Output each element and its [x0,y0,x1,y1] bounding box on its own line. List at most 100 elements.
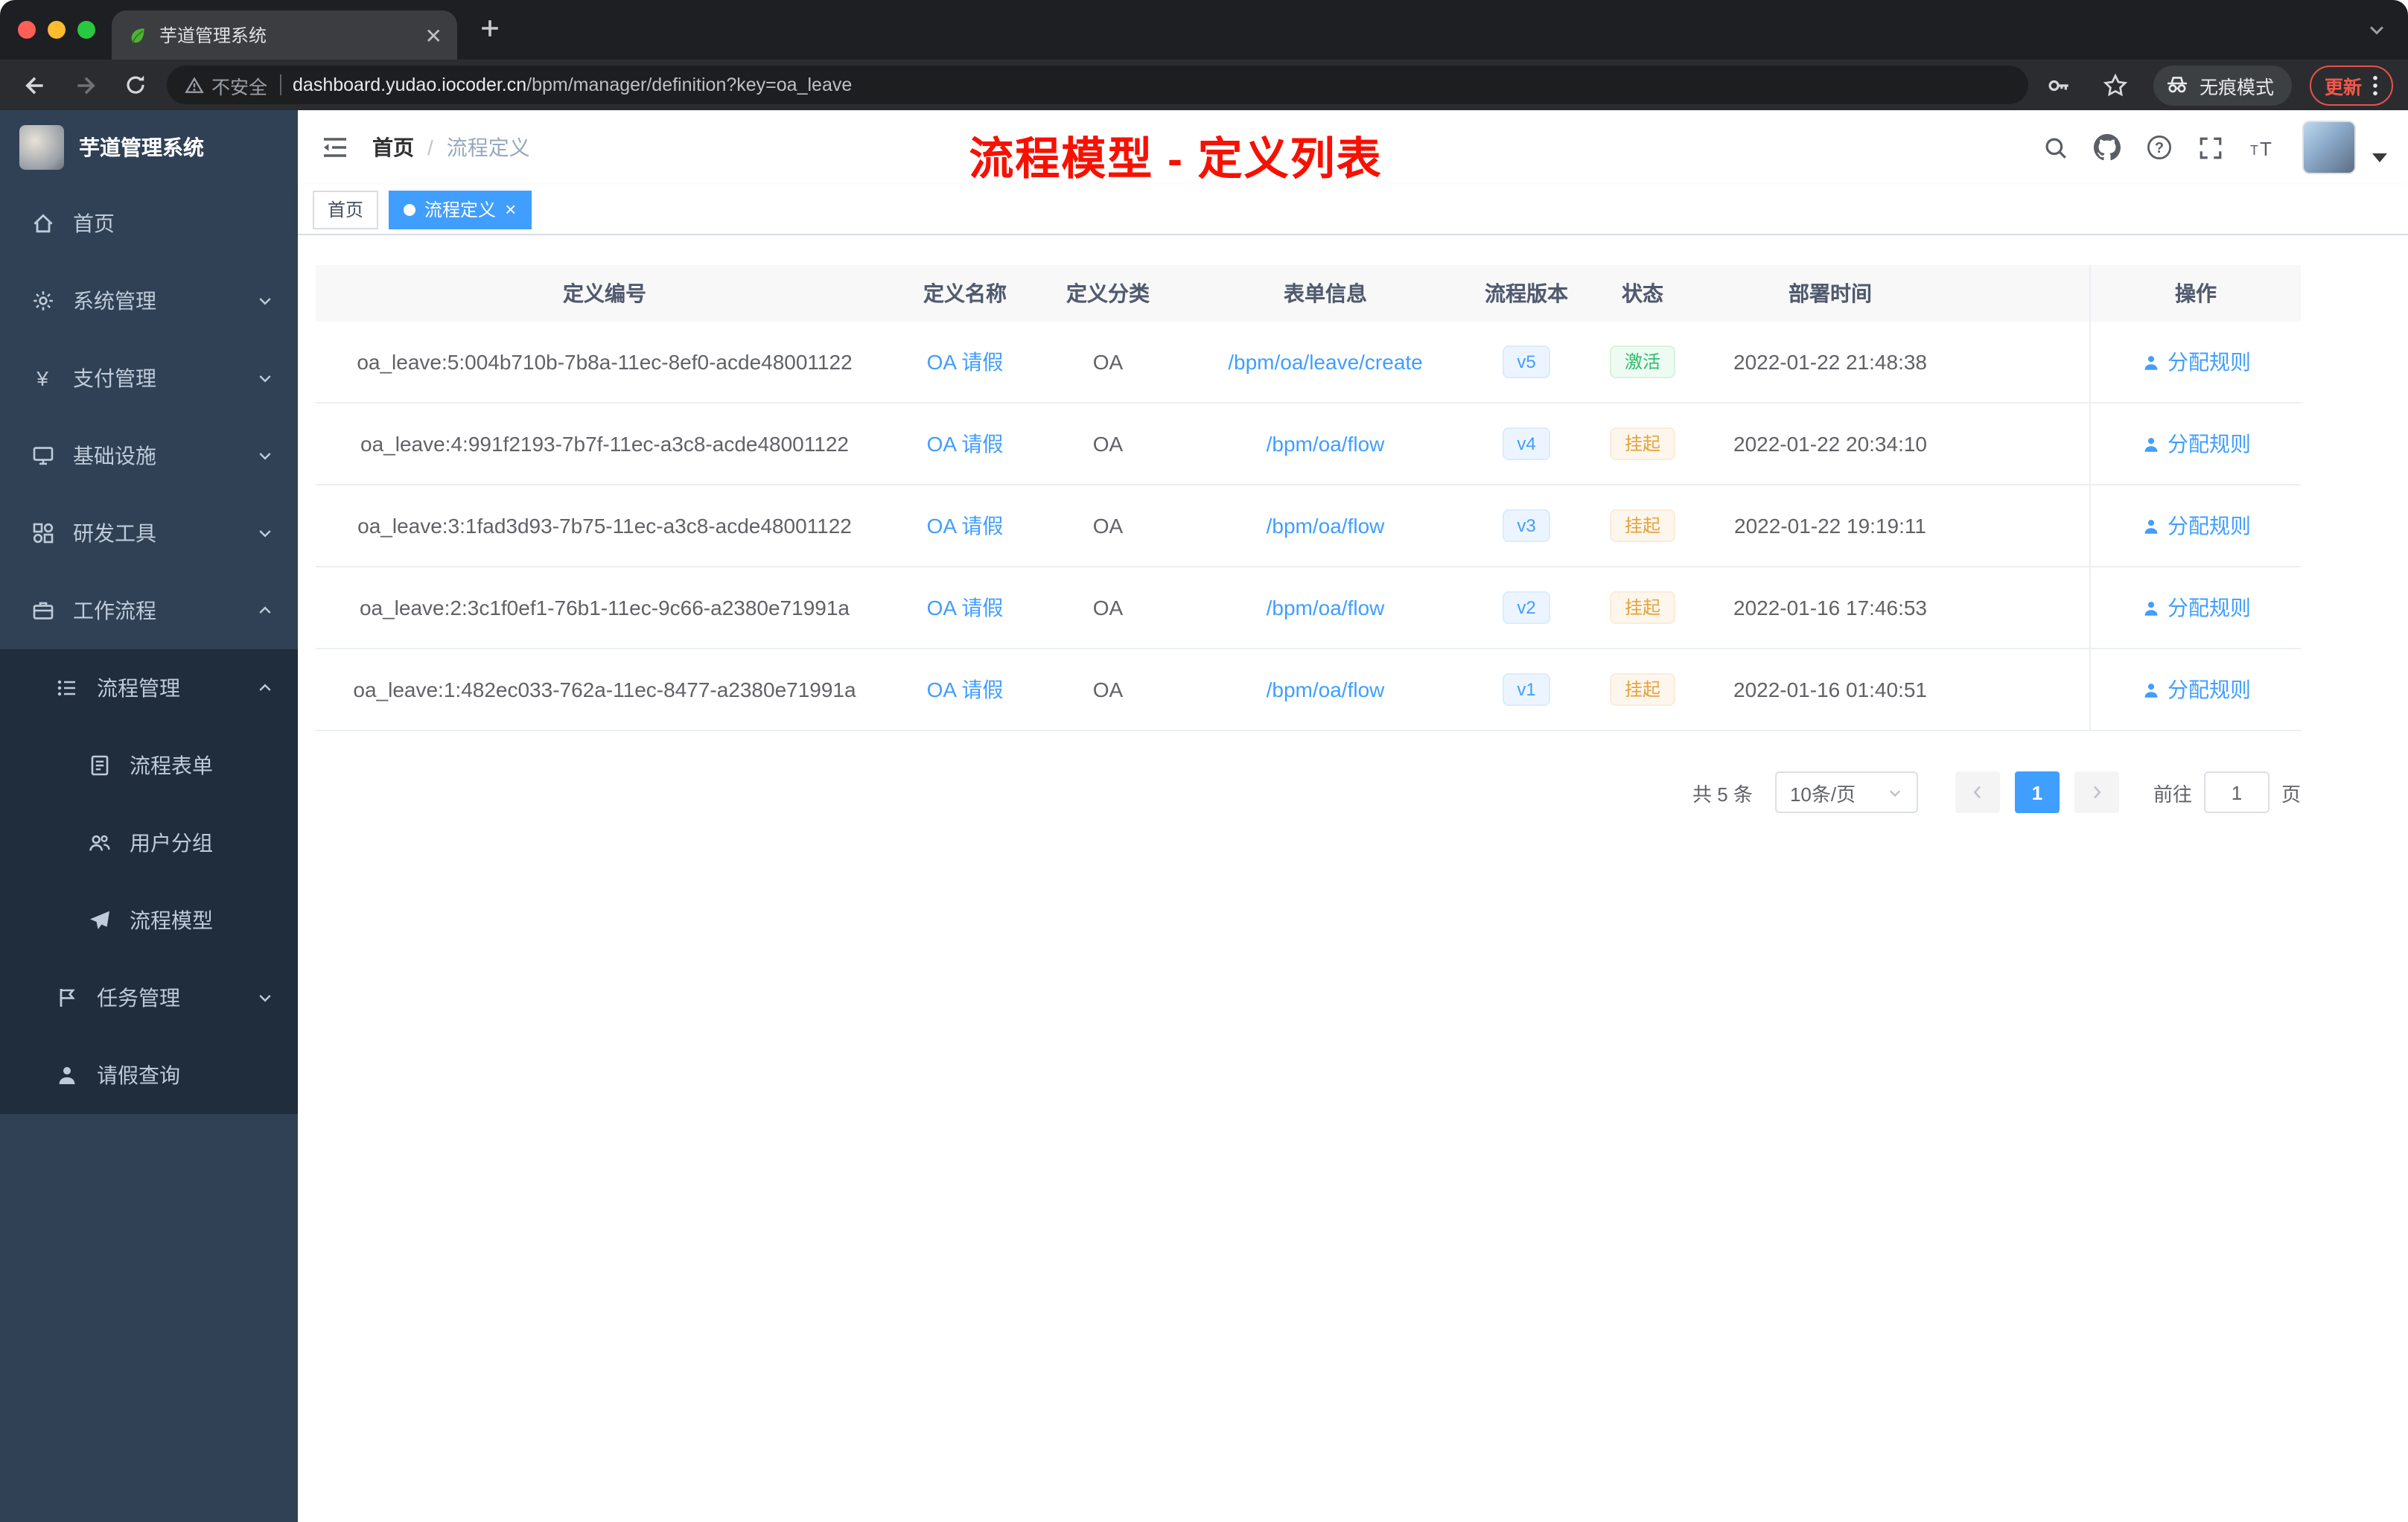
search-icon[interactable] [2043,135,2068,160]
goto-page-input[interactable] [2203,771,2270,813]
page-number-button[interactable]: 1 [2014,771,2060,813]
browser-tab[interactable]: 芋道管理系统 ✕ [112,10,457,60]
sidebar-item-label: 基础设施 [73,444,156,468]
definition-table: 定义编号 定义名称 定义分类 表单信息 流程版本 状态 部署时间 操作 oa_l… [316,265,2301,731]
person-icon [2144,601,2157,615]
form-link[interactable]: /bpm/oa/flow [1267,514,1385,538]
definition-name-link[interactable]: OA 请假 [927,511,1004,541]
tags-view: 首页 流程定义 × [298,185,2408,235]
status-badge: 挂起 [1609,591,1675,624]
paper-plane-icon [86,908,112,933]
sidebar-item-devtools[interactable]: 研发工具 [0,494,298,572]
chevron-up-icon [256,602,274,620]
form-link[interactable]: /bpm/oa/leave/create [1228,350,1423,374]
tag-close-icon[interactable]: × [505,200,516,219]
user-avatar[interactable] [2302,121,2356,174]
avatar-dropdown-caret-icon[interactable] [2372,153,2387,162]
definition-name-link[interactable]: OA 请假 [927,593,1004,623]
breadcrumb-home[interactable]: 首页 [372,133,414,162]
assign-rule-link[interactable]: 分配规则 [2141,675,2251,704]
reload-icon[interactable] [116,66,155,104]
forward-icon[interactable] [66,66,104,104]
minimize-window-button[interactable] [48,21,66,39]
assign-rule-link[interactable]: 分配规则 [2141,347,2251,377]
new-tab-button[interactable] [477,15,503,42]
sidebar-item-process-management[interactable]: 流程管理 [0,649,298,727]
form-link[interactable]: /bpm/oa/flow [1267,596,1385,620]
definition-name-link[interactable]: OA 请假 [927,347,1004,377]
fullscreen-icon[interactable] [2198,135,2223,160]
next-page-button[interactable] [2074,771,2119,813]
assign-rule-link[interactable]: 分配规则 [2141,429,2251,459]
browser-window: 芋道管理系统 ✕ 不安全 dashboard.yudao.iocoder.cn/… [0,0,2408,1522]
flag-icon [54,985,79,1010]
cell-actions: 分配规则 [2089,404,2301,484]
sidebar-item-label: 首页 [73,211,115,235]
sidebar-item-process-model[interactable]: 流程模型 [0,882,298,959]
definition-name-link[interactable]: OA 请假 [927,675,1004,704]
cell-form-info: /bpm/oa/flow [1179,649,1471,730]
cell-form-info: /bpm/oa/flow [1179,485,1471,566]
github-icon[interactable] [2094,134,2121,161]
hamburger-icon[interactable] [298,133,372,162]
browser-menu-dots-icon[interactable] [2372,74,2378,96]
sidebar-item-system[interactable]: 系统管理 [0,262,298,340]
chevron-down-icon [256,524,274,542]
tag-home[interactable]: 首页 [313,190,379,229]
sidebar-item-infrastructure[interactable]: 基础设施 [0,417,298,494]
version-tag: v4 [1502,427,1551,460]
assign-rule-label: 分配规则 [2167,350,2251,374]
tab-search-chevron-icon[interactable] [2366,19,2387,40]
definition-name-link[interactable]: OA 请假 [927,429,1004,459]
sidebar-item-label: 研发工具 [73,521,156,545]
prev-page-button[interactable] [1955,771,2000,813]
help-icon[interactable]: ? [2146,134,2173,161]
url-path: /bpm/manager/definition?key=oa_leave [526,74,853,95]
page-size-select[interactable]: 10条/页 [1774,771,1918,813]
warning-triangle-icon [185,76,204,92]
sidebar-item-user-group[interactable]: 用户分组 [0,804,298,882]
sidebar-item-workflow[interactable]: 工作流程 [0,572,298,649]
incognito-icon [2167,77,2187,93]
font-size-icon[interactable]: TT [2249,135,2277,160]
assign-rule-link[interactable]: 分配规则 [2141,511,2251,541]
security-chip[interactable]: 不安全 [185,71,267,99]
tab-close-icon[interactable]: ✕ [425,25,442,45]
back-icon[interactable] [15,66,54,104]
cell-status: 激活 [1582,322,1704,402]
url-text[interactable]: dashboard.yudao.iocoder.cn/bpm/manager/d… [293,74,852,95]
sidebar-item-payment[interactable]: ¥ 支付管理 [0,340,298,417]
incognito-badge[interactable]: 无痕模式 [2153,65,2292,105]
status-badge: 挂起 [1609,509,1675,542]
form-icon [86,753,112,778]
sidebar-item-home[interactable]: 首页 [0,185,298,262]
home-icon [30,211,55,236]
zoom-window-button[interactable] [77,21,95,39]
cell-definition-name: OA 请假 [894,322,1036,402]
sidebar-item-leave-query[interactable]: 请假查询 [0,1037,298,1114]
address-bar[interactable]: 不安全 dashboard.yudao.iocoder.cn/bpm/manag… [167,66,2028,104]
update-button[interactable]: 更新 [2309,65,2393,105]
tag-process-definition[interactable]: 流程定义 × [389,190,532,229]
close-window-button[interactable] [18,21,36,39]
app-navbar: 首页 / 流程定义 ? TT [298,110,2408,185]
assign-rule-link[interactable]: 分配规则 [2141,593,2251,623]
sidebar-item-task-management[interactable]: 任务管理 [0,959,298,1037]
table-header-row: 定义编号 定义名称 定义分类 表单信息 流程版本 状态 部署时间 操作 [316,265,2301,322]
cell-form-info: /bpm/oa/flow [1179,404,1471,484]
person-icon [2144,683,2157,697]
cell-definition-id: oa_leave:1:482ec033-762a-11ec-8477-a2380… [353,678,856,701]
key-icon[interactable] [2040,66,2079,104]
cell-form-info: /bpm/oa/leave/create [1179,322,1471,402]
form-link[interactable]: /bpm/oa/flow [1267,432,1385,456]
cell-actions: 分配规则 [2089,485,2301,566]
sidebar-item-process-form[interactable]: 流程表单 [0,727,298,804]
sidebar-logo[interactable]: 芋道管理系统 [0,110,298,185]
form-link[interactable]: /bpm/oa/flow [1267,678,1385,701]
cell-process-version: v1 [1471,649,1582,730]
url-host: dashboard.yudao.iocoder.cn [293,74,527,95]
col-header-actions: 操作 [2089,265,2301,322]
yen-icon: ¥ [36,366,48,390]
person-icon [54,1063,79,1088]
bookmark-star-icon[interactable] [2097,66,2135,104]
